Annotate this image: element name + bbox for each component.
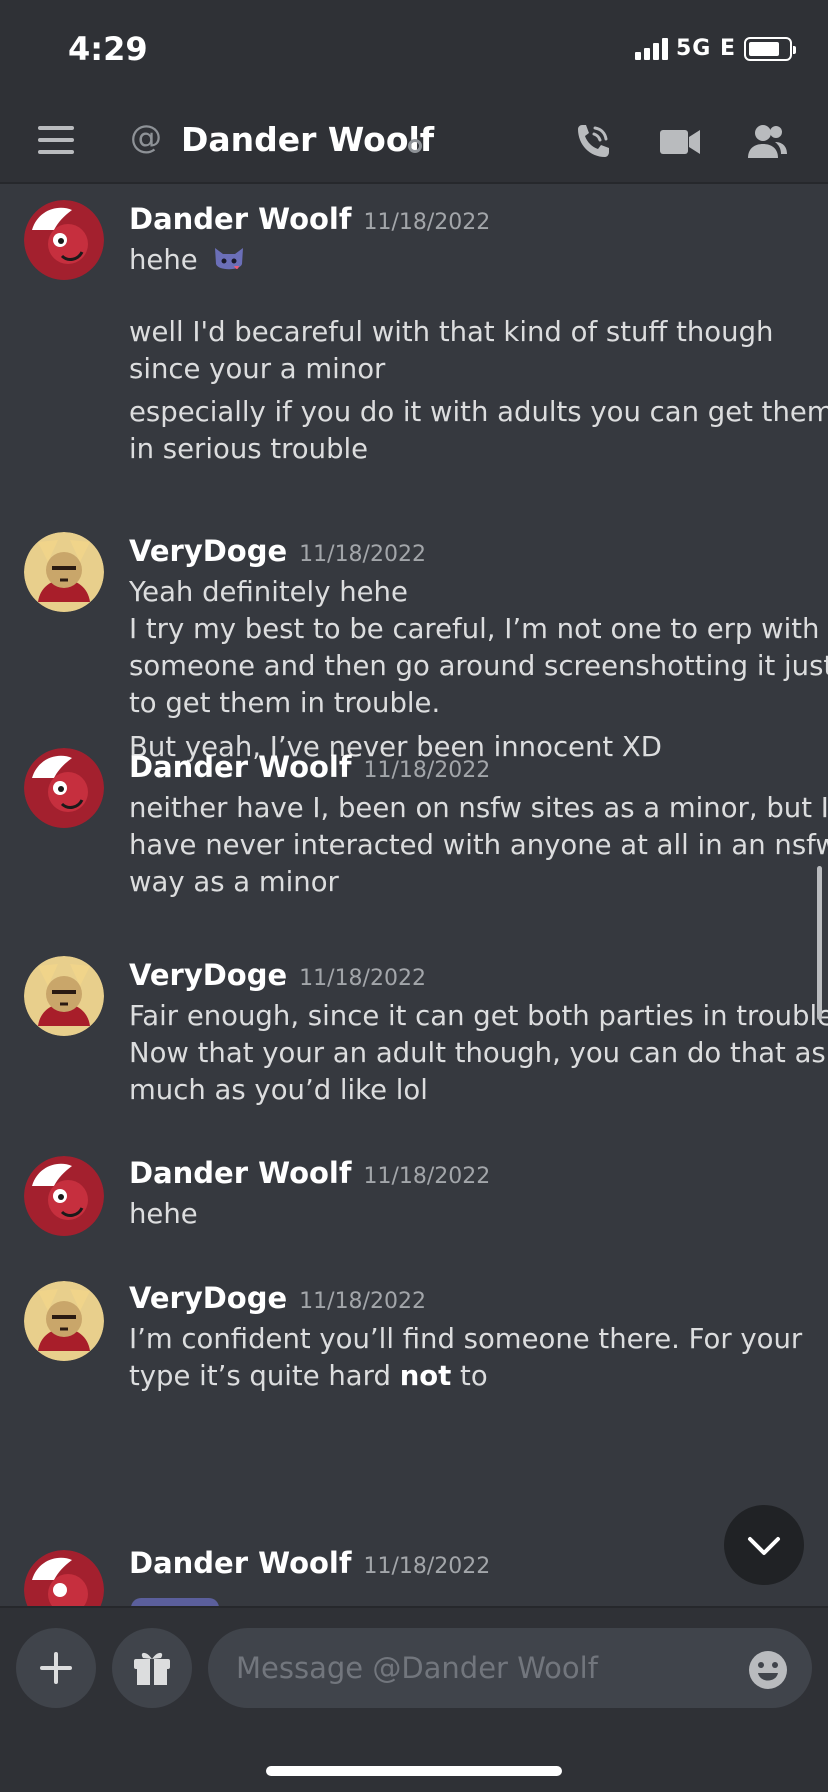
message-timestamp: 11/18/2022 xyxy=(363,1554,491,1579)
gift-icon xyxy=(134,1652,170,1685)
cellular-signal-icon xyxy=(634,37,668,60)
message-timestamp: 11/18/2022 xyxy=(299,1289,426,1314)
author-name[interactable]: Dander Woolf xyxy=(129,202,351,236)
author-name[interactable]: Dander Woolf xyxy=(129,1546,351,1580)
dm-title: Dander Woolf xyxy=(181,120,435,159)
message-author[interactable]: Dander Woolf 11/18/2022 xyxy=(129,1546,490,1580)
at-icon: @ xyxy=(130,118,162,156)
add-attachment-button[interactable] xyxy=(16,1628,96,1708)
message-text: much as you’d like lol xyxy=(129,1074,428,1106)
message-input[interactable] xyxy=(208,1628,812,1708)
avatar[interactable] xyxy=(24,1156,104,1236)
avatar[interactable] xyxy=(24,1281,104,1361)
emoji-icon xyxy=(215,248,244,270)
message-text: hehe xyxy=(129,244,246,276)
message-text: hehe xyxy=(129,1198,198,1230)
message-text: neither have I, been on nsfw sites as a … xyxy=(129,792,828,824)
message-text: Fair enough, since it can get both parti… xyxy=(129,1000,828,1032)
message-text: well I'd becareful with that kind of stu… xyxy=(129,316,774,348)
composer-bar xyxy=(0,1606,828,1792)
message-author[interactable]: Dander Woolf 11/18/2022 xyxy=(129,750,490,784)
channel-header: @ Dander Woolf xyxy=(0,112,828,172)
chevron-down-icon xyxy=(748,1537,780,1555)
message-timestamp: 11/18/2022 xyxy=(299,966,426,991)
message-text: especially if you do it with adults you … xyxy=(129,396,828,428)
message-text: have never interacted with anyone at all… xyxy=(129,829,828,861)
message-text: way as a minor xyxy=(129,866,339,898)
bold-text: not xyxy=(399,1360,452,1392)
message-author[interactable]: Dander Woolf 11/18/2022 xyxy=(129,1156,490,1190)
message-timestamp: 11/18/2022 xyxy=(363,1164,491,1189)
offline-status-icon xyxy=(408,139,422,153)
members-icon[interactable] xyxy=(745,120,789,164)
emoji-preview xyxy=(131,1598,219,1606)
avatar[interactable] xyxy=(24,748,104,828)
message-text: type it’s quite hard not to xyxy=(129,1360,488,1392)
message-timestamp: 11/18/2022 xyxy=(363,210,491,235)
message-text: I’m confident you’ll find someone there.… xyxy=(129,1323,803,1355)
author-name[interactable]: Dander Woolf xyxy=(129,750,351,784)
message-text: I try my best to be careful, I’m not one… xyxy=(129,613,820,645)
plus-icon xyxy=(40,1652,72,1684)
author-name[interactable]: VeryDoge xyxy=(129,1281,287,1315)
message-list[interactable]: Dander Woolf 11/18/2022 hehe well I'd bec… xyxy=(0,186,828,1606)
gift-button[interactable] xyxy=(112,1628,192,1708)
message-author[interactable]: VeryDoge 11/18/2022 xyxy=(129,958,426,992)
menu-icon[interactable] xyxy=(38,126,74,154)
avatar[interactable] xyxy=(24,1550,104,1606)
message-text: someone and then go around screenshottin… xyxy=(129,650,828,682)
top-bar: 4:29 5G E @ Dander Woolf xyxy=(0,0,828,184)
message-text: Now that your an adult though, you can d… xyxy=(129,1037,826,1069)
home-indicator xyxy=(266,1766,562,1776)
avatar[interactable] xyxy=(24,200,104,280)
message-timestamp: 11/18/2022 xyxy=(299,542,426,567)
call-icon[interactable] xyxy=(570,120,614,164)
message-author[interactable]: VeryDoge 11/18/2022 xyxy=(129,1281,426,1315)
message-timestamp: 11/18/2022 xyxy=(363,758,491,783)
author-name[interactable]: VeryDoge xyxy=(129,534,287,568)
avatar[interactable] xyxy=(24,956,104,1036)
status-indicators: 5G E xyxy=(634,36,796,61)
emoji-picker-icon[interactable] xyxy=(748,1650,788,1690)
scrollbar[interactable] xyxy=(817,866,822,1020)
author-name[interactable]: Dander Woolf xyxy=(129,1156,351,1190)
message-text: in serious trouble xyxy=(129,433,369,465)
message-text: Yeah definitely hehe xyxy=(129,576,408,608)
battery-icon xyxy=(744,36,796,61)
network-type: 5G E xyxy=(675,36,736,61)
message-author[interactable]: VeryDoge 11/18/2022 xyxy=(129,534,426,568)
message-author[interactable]: Dander Woolf 11/18/2022 xyxy=(129,202,490,236)
video-call-icon[interactable] xyxy=(658,120,702,164)
jump-to-present-button[interactable] xyxy=(724,1505,804,1585)
status-time: 4:29 xyxy=(68,30,148,68)
message-text: since your a minor xyxy=(129,353,386,385)
author-name[interactable]: VeryDoge xyxy=(129,958,287,992)
message-text: to get them in trouble. xyxy=(129,687,441,719)
avatar[interactable] xyxy=(24,532,104,612)
